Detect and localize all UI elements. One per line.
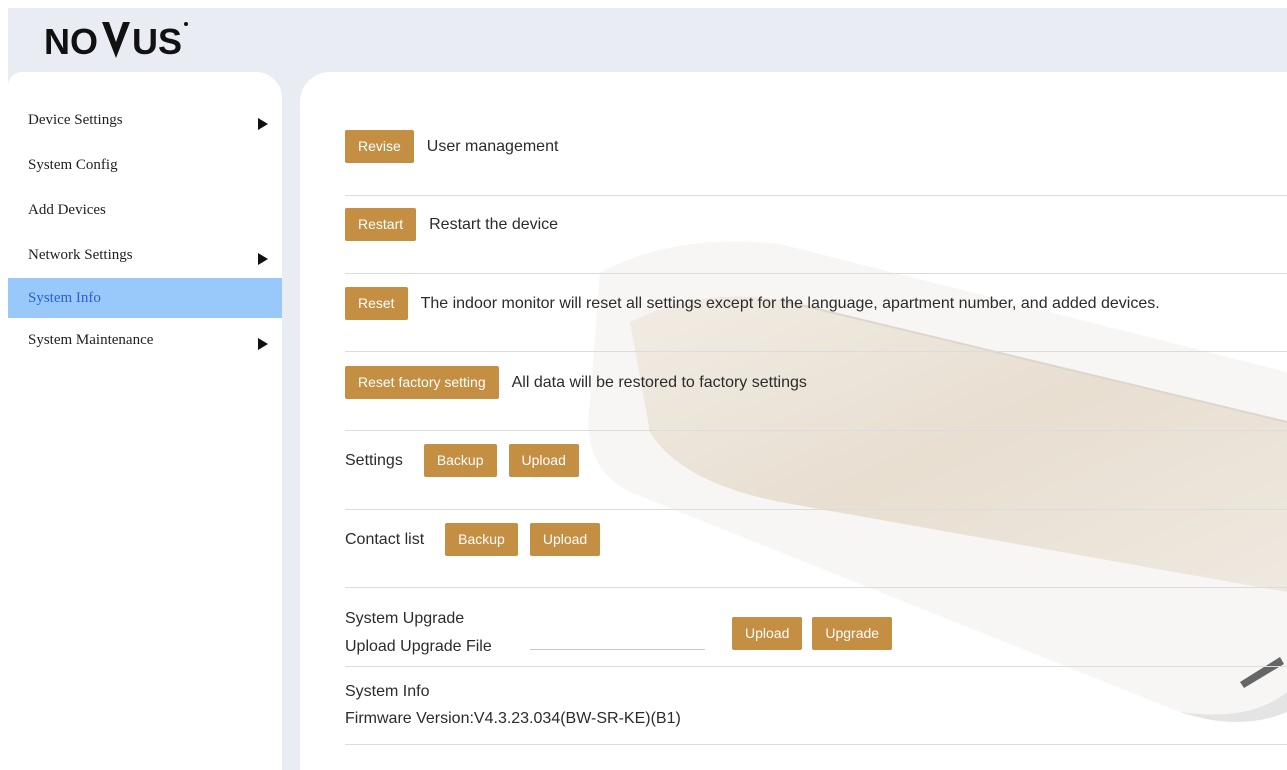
svg-text:NO: NO: [44, 21, 98, 62]
reset-factory-button[interactable]: Reset factory setting: [345, 366, 499, 399]
svg-text:US: US: [132, 21, 182, 62]
submenu-arrow-icon: [258, 337, 268, 350]
settings-label: Settings: [345, 451, 403, 469]
sidebar-item-label: Device Settings: [28, 112, 123, 128]
restart-row: Restart Restart the device: [345, 196, 1287, 274]
revise-row: Revise User management: [345, 72, 1287, 196]
contacts-upload-button[interactable]: Upload: [529, 523, 601, 556]
sidebar-item-add-devices[interactable]: Add Devices: [8, 188, 282, 233]
settings-upload-button[interactable]: Upload: [508, 444, 579, 477]
upgrade-file-path-field[interactable]: [530, 649, 705, 650]
restart-text: Restart the device: [429, 215, 559, 233]
reset-row: Reset The indoor monitor will reset all …: [345, 274, 1287, 352]
sidebar-item-label: System Maintenance: [28, 332, 154, 348]
upload-upgrade-file-label: Upload Upgrade File: [345, 638, 492, 655]
sidebar-item-label: Network Settings: [28, 247, 133, 263]
restart-button[interactable]: Restart: [345, 208, 417, 241]
sidebar-item-system-maintenance[interactable]: System Maintenance: [8, 318, 282, 363]
sidebar-item-label: System Info: [28, 289, 101, 306]
logo-icon: NO US: [44, 21, 188, 62]
sidebar-item-label: System Config: [28, 157, 118, 173]
sidebar-item-system-info[interactable]: System Info: [8, 278, 282, 318]
reset-text: The indoor monitor will reset all settin…: [420, 294, 1160, 312]
reset-button[interactable]: Reset: [345, 287, 408, 320]
submenu-arrow-icon: [258, 252, 268, 265]
firmware-version-text: Firmware Version:V4.3.23.034(BW-SR-KE)(B…: [345, 710, 681, 727]
system-info-title: System Info: [345, 683, 430, 700]
settings-row: Settings Backup Upload: [345, 431, 1287, 510]
contact-list-label: Contact list: [345, 530, 425, 548]
sidebar-item-device-settings[interactable]: Device Settings: [8, 98, 282, 143]
factory-reset-text: All data will be restored to factory set…: [511, 373, 807, 391]
sidebar-item-system-config[interactable]: System Config: [8, 143, 282, 188]
upgrade-button[interactable]: Upgrade: [812, 617, 893, 650]
main-panel: Revise User management Restart Restart t…: [300, 72, 1287, 770]
contacts-backup-button[interactable]: Backup: [445, 523, 518, 556]
submenu-arrow-icon: [258, 117, 268, 130]
upgrade-upload-button[interactable]: Upload: [732, 617, 803, 650]
settings-backup-button[interactable]: Backup: [423, 444, 497, 477]
system-info-row: System Info Firmware Version:V4.3.23.034…: [345, 667, 1287, 745]
system-upgrade-title: System Upgrade: [345, 610, 465, 627]
factory-reset-row: Reset factory setting All data will be r…: [345, 352, 1287, 431]
user-management-text: User management: [426, 137, 559, 155]
sidebar-item-network-settings[interactable]: Network Settings: [8, 233, 282, 278]
sidebar: Device Settings System Config Add Device…: [8, 72, 282, 770]
revise-button[interactable]: Revise: [345, 130, 414, 163]
novus-logo: NO US: [44, 18, 236, 62]
contact-list-row: Contact list Backup Upload: [345, 510, 1287, 588]
sidebar-item-label: Add Devices: [28, 202, 106, 218]
system-upgrade-row: System Upgrade Upload Upgrade File Uploa…: [345, 588, 1287, 667]
